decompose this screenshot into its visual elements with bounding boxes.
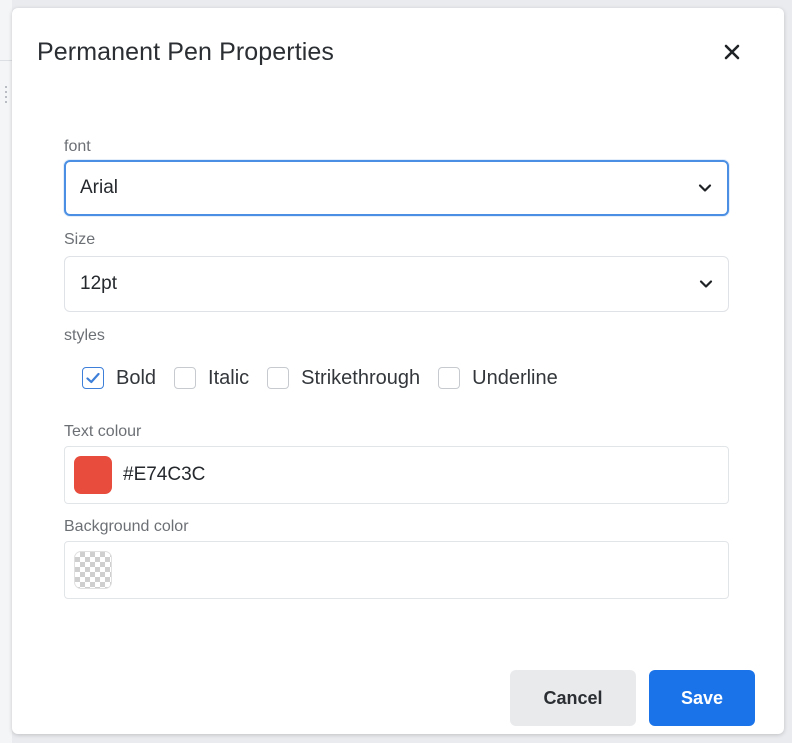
cancel-button[interactable]: Cancel (510, 670, 636, 726)
font-select-value: Arial (80, 177, 119, 198)
background-color-label: Background color (64, 518, 189, 535)
strikethrough-checkbox[interactable] (267, 367, 290, 389)
background-color-picker[interactable] (64, 541, 729, 599)
checkmark-icon (86, 372, 100, 384)
styles-checkbox-group: Bold Italic Strikethrough Underline (82, 363, 576, 393)
background-divider (0, 60, 12, 61)
drag-handle-icon (5, 86, 7, 104)
size-select[interactable]: 12pt (64, 256, 729, 312)
dialog-header: Permanent Pen Properties (12, 8, 784, 98)
text-colour-value: #E74C3C (123, 464, 206, 485)
styles-label: styles (64, 327, 105, 344)
text-colour-swatch (74, 456, 112, 494)
text-colour-label: Text colour (64, 423, 142, 440)
chevron-down-icon (698, 184, 712, 192)
close-icon (724, 44, 740, 60)
strikethrough-label[interactable]: Strikethrough (301, 367, 420, 390)
italic-checkbox[interactable] (174, 367, 197, 389)
bold-label[interactable]: Bold (116, 367, 156, 390)
size-select-value: 12pt (80, 273, 117, 294)
underline-label[interactable]: Underline (472, 367, 558, 390)
text-colour-picker[interactable]: #E74C3C (64, 446, 729, 504)
close-button[interactable] (718, 38, 746, 66)
font-label: font (64, 138, 91, 155)
pen-properties-dialog: Permanent Pen Properties font Arial Size… (12, 8, 784, 734)
chevron-down-icon (699, 280, 713, 288)
save-button[interactable]: Save (649, 670, 755, 726)
transparent-swatch-icon (74, 551, 112, 589)
dialog-title: Permanent Pen Properties (37, 38, 335, 66)
font-select[interactable]: Arial (64, 160, 729, 216)
italic-label[interactable]: Italic (208, 367, 249, 390)
size-label: Size (64, 231, 96, 248)
background-panel (0, 0, 12, 743)
bold-checkbox[interactable] (82, 367, 104, 389)
underline-checkbox[interactable] (438, 367, 461, 389)
